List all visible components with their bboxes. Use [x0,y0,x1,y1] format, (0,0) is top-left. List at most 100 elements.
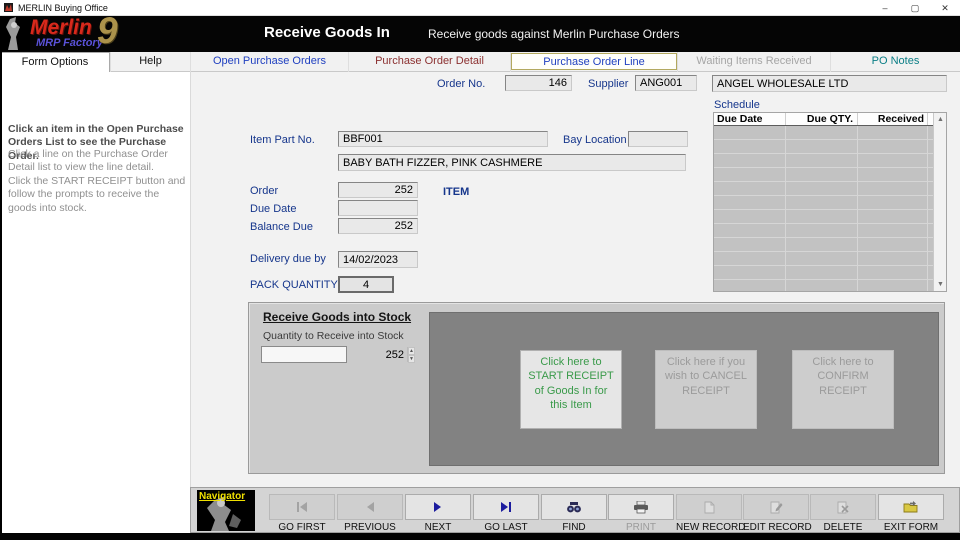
previous-button[interactable]: PREVIOUS [337,494,403,533]
balance-due-field[interactable] [338,218,418,234]
close-button[interactable]: ✕ [930,0,960,16]
window-bottom-edge [0,533,960,540]
find-button[interactable]: FIND [541,494,607,533]
schedule-row[interactable] [714,126,933,140]
new-record-button[interactable]: NEW RECORD [676,494,742,533]
previous-label: PREVIOUS [337,522,403,533]
schedule-cell [858,154,928,167]
delete-button[interactable]: DELETE [810,494,876,533]
tab-purchase-order-line-item[interactable]: Purchase Order Line Item [510,52,677,72]
schedule-cell [858,224,928,237]
print-button[interactable]: PRINT [608,494,674,533]
scroll-up-icon[interactable]: ▲ [934,113,947,126]
window-title: MERLIN Buying Office [18,3,108,13]
stepper-down-icon[interactable]: ▼ [408,355,415,363]
schedule-cell [786,266,858,279]
new-record-icon [676,494,742,520]
schedule-scrollbar[interactable]: ▲ ▼ [933,113,946,291]
find-label: FIND [541,522,607,533]
schedule-cell [786,196,858,209]
stepper-up-icon[interactable]: ▲ [408,347,415,355]
schedule-cell [714,266,786,279]
supplier-code-field[interactable] [635,75,697,91]
new-record-label: NEW RECORD [676,522,742,533]
schedule-cell [714,154,786,167]
schedule-row[interactable] [714,252,933,266]
go-last-button[interactable]: GO LAST [473,494,539,533]
tab-form-options[interactable]: Form Options [0,52,110,72]
schedule-cell [858,140,928,153]
order-no-field[interactable] [505,75,572,91]
schedule-row[interactable] [714,224,933,238]
item-part-no-field[interactable] [338,131,548,147]
schedule-col-due-qty: Due QTY. [786,113,858,125]
balance-due-label: Balance Due [250,221,313,233]
schedule-cell [786,140,858,153]
tab-po-notes[interactable]: PO Notes [830,52,960,72]
cancel-receipt-button[interactable]: Click here if you wish to CANCEL RECEIPT [655,350,757,429]
confirm-receipt-button[interactable]: Click here to CONFIRM RECEIPT [792,350,894,429]
schedule-table: Due Date Due QTY. Received ▲ ▼ [713,112,947,292]
schedule-cell [714,196,786,209]
receive-goods-panel: Receive Goods into Stock Quantity to Rec… [248,302,945,474]
exit-form-label: EXIT FORM [878,522,944,533]
due-date-field[interactable] [338,200,418,216]
tab-purchase-order-detail[interactable]: Purchase Order Detail [348,52,510,72]
schedule-cell [858,182,928,195]
schedule-cell [714,168,786,181]
item-description-field[interactable] [338,154,686,171]
page-subtitle: Receive goods against Merlin Purchase Or… [428,27,679,41]
schedule-row[interactable] [714,140,933,154]
tab-purchase-order-line-item-label: Purchase Order Line Item [511,53,677,70]
due-date-label: Due Date [250,203,296,215]
navigator-bar: Navigator GO FIRST PREVIOUS NEXT GO LAST… [190,487,960,533]
schedule-cell [714,252,786,265]
minimize-button[interactable]: – [870,0,900,16]
order-qty-field[interactable] [338,182,418,198]
exit-form-button[interactable]: EXIT FORM [878,494,944,533]
schedule-cell [858,238,928,251]
schedule-cell [786,168,858,181]
edit-record-icon [743,494,809,520]
go-last-icon [473,494,539,520]
tab-waiting-items-received[interactable]: Waiting Items Received [677,52,830,72]
schedule-cell [786,238,858,251]
bay-location-field[interactable] [628,131,688,147]
schedule-row[interactable] [714,182,933,196]
item-part-no-label: Item Part No. [250,134,315,146]
schedule-row[interactable] [714,238,933,252]
schedule-row[interactable] [714,210,933,224]
app-header: Merlin MRP Factory 9 Receive Goods In Re… [0,16,960,52]
next-button[interactable]: NEXT [405,494,471,533]
quantity-to-receive-field[interactable] [262,347,407,362]
supplier-label: Supplier [588,78,628,90]
edit-record-button[interactable]: EDIT RECORD [743,494,809,533]
schedule-row[interactable] [714,168,933,182]
delete-icon [810,494,876,520]
tab-help[interactable]: Help [110,52,190,72]
schedule-cell [714,238,786,251]
tab-open-purchase-orders[interactable]: Open Purchase Orders [190,52,348,72]
stepper-buttons: ▲ ▼ [407,347,415,362]
bay-location-label: Bay Location [563,134,627,146]
start-receipt-button[interactable]: Click here to START RECEIPT of Goods In … [520,350,622,429]
window-controls: – ▢ ✕ [870,0,960,16]
receipt-buttons-panel: Click here to START RECEIPT of Goods In … [429,312,939,466]
schedule-cell [858,266,928,279]
schedule-row[interactable] [714,154,933,168]
pack-quantity-field[interactable] [338,276,394,293]
pack-quantity-label: PACK QUANTITY [250,279,338,291]
schedule-row[interactable] [714,196,933,210]
schedule-label: Schedule [714,99,760,111]
previous-icon [337,494,403,520]
scroll-down-icon[interactable]: ▼ [934,278,947,291]
title-bar: MERLIN Buying Office – ▢ ✕ [0,0,960,16]
schedule-row[interactable] [714,280,933,291]
quantity-stepper: ▲ ▼ [261,346,347,363]
schedule-row[interactable] [714,266,933,280]
supplier-name-field[interactable] [712,75,947,92]
maximize-button[interactable]: ▢ [900,0,930,16]
go-first-button[interactable]: GO FIRST [269,494,335,533]
delete-label: DELETE [810,522,876,533]
delivery-date-field[interactable] [338,251,418,268]
